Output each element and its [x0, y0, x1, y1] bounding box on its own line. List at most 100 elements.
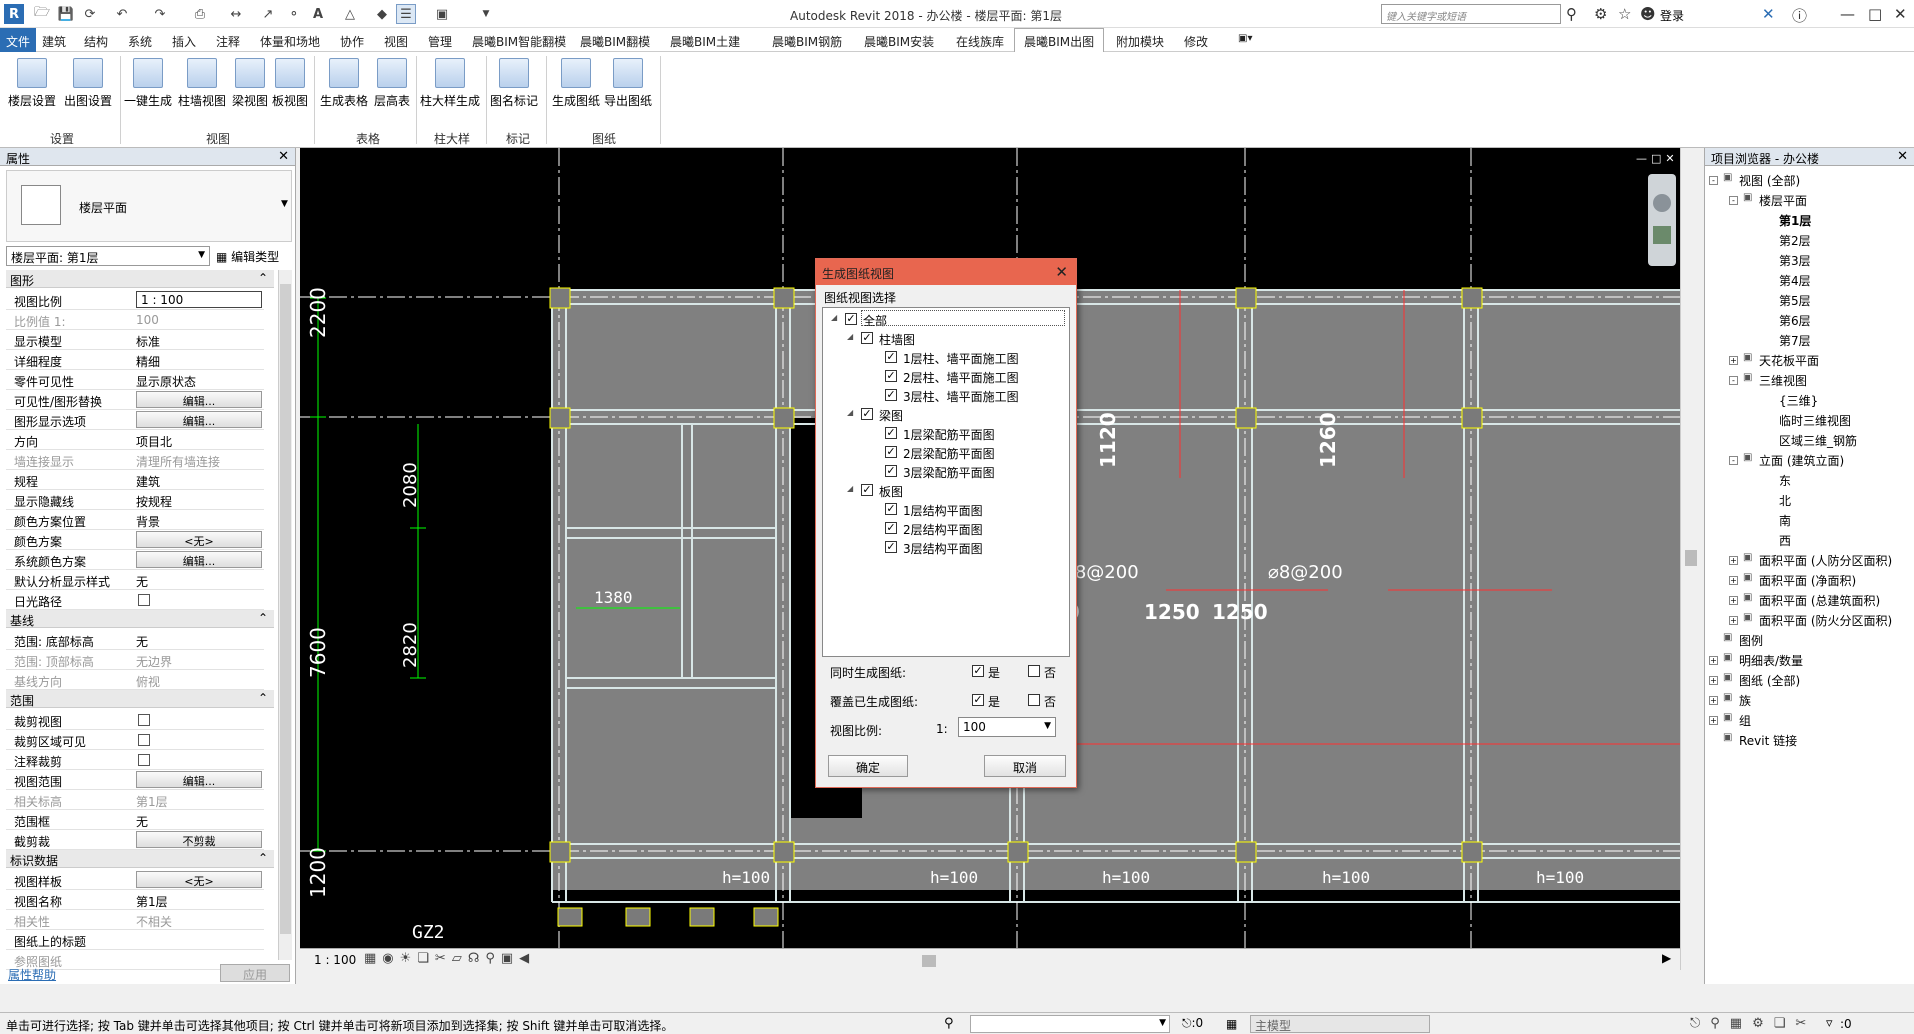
zoom-icon[interactable] — [1653, 226, 1671, 244]
property-edit-button[interactable]: <无> — [136, 871, 262, 888]
scale-select[interactable]: 100 ▼ — [958, 717, 1056, 737]
ok-button[interactable]: 确定 — [828, 755, 908, 777]
switch-windows-icon[interactable]: ▣ — [432, 4, 452, 24]
property-checkbox[interactable] — [138, 754, 150, 766]
tree-toggle-icon[interactable]: + — [1729, 556, 1738, 565]
tree-item-label[interactable]: 2层柱、墙平面施工图 — [903, 369, 1019, 386]
tree-item-checkbox[interactable]: ✓ — [885, 446, 897, 458]
expand-toggle-icon[interactable]: ◢ — [831, 313, 837, 322]
tree-toggle-icon[interactable]: + — [1729, 576, 1738, 585]
align-dimension-icon[interactable]: ↗ — [258, 4, 278, 24]
browser-node[interactable]: 面积平面 (总建筑面积) — [1759, 592, 1880, 609]
column-detail-button[interactable]: 柱大样生成 — [420, 58, 480, 109]
expand-toggle-icon[interactable]: ◢ — [847, 332, 853, 341]
property-value[interactable]: 1 : 100 — [136, 291, 262, 308]
tree-toggle-icon[interactable]: - — [1729, 196, 1738, 205]
property-value[interactable]: 第1层 — [136, 893, 168, 910]
text-icon[interactable]: A — [308, 4, 328, 24]
properties-scrollbar[interactable] — [278, 270, 292, 960]
collapse-icon[interactable]: ⌃ — [258, 271, 268, 285]
tab-family-library[interactable]: 在线族库 — [956, 33, 1004, 50]
section-icon[interactable]: ◆ — [372, 4, 392, 24]
close-icon[interactable]: ✕ — [1897, 149, 1908, 164]
property-value[interactable]: 第1层 — [136, 793, 168, 810]
close-icon[interactable]: ✕ — [1894, 5, 1907, 23]
maximize-icon[interactable]: □ — [1868, 5, 1882, 23]
measure-icon[interactable]: ↔ — [226, 4, 246, 24]
design-option-selector[interactable]: 主模型 — [1250, 1015, 1430, 1033]
floor-settings-button[interactable]: 楼层设置 — [8, 58, 56, 109]
tree-item-label[interactable]: 1层梁配筋平面图 — [903, 426, 995, 443]
tree-toggle-icon[interactable]: + — [1729, 596, 1738, 605]
tree-item-checkbox[interactable]: ✓ — [885, 522, 897, 534]
favorites-icon[interactable]: ☆ — [1618, 5, 1631, 23]
browser-node[interactable]: 视图 (全部) — [1739, 172, 1800, 189]
property-checkbox[interactable] — [138, 594, 150, 606]
3d-view-icon[interactable]: △ — [340, 4, 360, 24]
apply-button[interactable]: 应用 — [220, 964, 290, 982]
tab-architecture[interactable]: 建筑 — [42, 33, 66, 50]
tree-group-checkbox[interactable]: ✓ — [861, 484, 873, 496]
tab-massing[interactable]: 体量和场地 — [260, 33, 320, 50]
tree-item-label[interactable]: 3层结构平面图 — [903, 540, 983, 557]
redo-icon[interactable]: ↷ — [150, 4, 170, 24]
steering-wheel-icon[interactable] — [1653, 194, 1671, 212]
beam-view-button[interactable]: 梁视图 — [232, 58, 268, 109]
tree-item-label[interactable]: 2层梁配筋平面图 — [903, 445, 995, 462]
section-identity[interactable]: 标识数据 ⌃ — [6, 850, 274, 868]
view-control-icons[interactable]: ▦◉☀❏✂▱☊⚲▣◀ — [364, 951, 535, 966]
tree-item-checkbox[interactable]: ✓ — [885, 465, 897, 477]
cancel-button[interactable]: 取消 — [984, 755, 1066, 777]
browser-node[interactable]: 立面 (建筑立面) — [1759, 452, 1844, 469]
property-value[interactable]: 项目北 — [136, 433, 172, 450]
property-edit-button[interactable]: 编辑... — [136, 391, 262, 408]
export-sheets-button[interactable]: 导出图纸 — [604, 58, 652, 109]
tab-install[interactable]: 晨曦BIM安装 — [864, 33, 934, 50]
browser-node[interactable]: 第7层 — [1779, 332, 1811, 349]
tree-toggle-icon[interactable]: - — [1709, 176, 1718, 185]
open-icon[interactable]: 🗁 — [32, 4, 52, 24]
view-window-controls[interactable]: —□✕ — [1636, 152, 1679, 165]
browser-node[interactable]: 楼层平面 — [1759, 192, 1807, 209]
section-underlay[interactable]: 基线 ⌃ — [6, 610, 274, 628]
tree-group-label[interactable]: 梁图 — [879, 407, 903, 424]
sync-icon[interactable]: ⟳ — [80, 4, 100, 24]
view-scale[interactable]: 1 : 100 — [314, 953, 356, 967]
tree-item-label[interactable]: 1层结构平面图 — [903, 502, 983, 519]
qat-dropdown-icon[interactable]: ▼ — [476, 4, 496, 24]
expand-toggle-icon[interactable]: ◢ — [847, 408, 853, 417]
property-edit-button[interactable]: 编辑... — [136, 411, 262, 428]
tree-toggle-icon[interactable]: + — [1709, 716, 1718, 725]
property-value[interactable]: 清理所有墙连接 — [136, 453, 220, 470]
binoculars-icon[interactable]: ⚲ — [1566, 5, 1577, 23]
browser-node[interactable]: 面积平面 (净面积) — [1759, 572, 1856, 589]
navigation-bar[interactable] — [1648, 174, 1676, 266]
property-value[interactable]: 不相关 — [136, 913, 172, 930]
search-input[interactable]: 键入关键字或短语 — [1381, 4, 1561, 24]
tree-item-label[interactable]: 1层柱、墙平面施工图 — [903, 350, 1019, 367]
close-icon[interactable]: ✕ — [278, 149, 289, 164]
save-icon[interactable]: 💾 — [56, 4, 76, 24]
tree-group-checkbox[interactable]: ✓ — [861, 332, 873, 344]
type-selector[interactable]: 楼层平面 ▼ — [6, 170, 292, 242]
property-checkbox[interactable] — [138, 714, 150, 726]
browser-node[interactable]: 第4层 — [1779, 272, 1811, 289]
browser-node[interactable]: 组 — [1739, 712, 1751, 729]
tree-item-checkbox[interactable]: ✓ — [885, 427, 897, 439]
property-value[interactable]: 无边界 — [136, 653, 172, 670]
browser-node[interactable]: Revit 链接 — [1739, 732, 1797, 749]
horizontal-scroll-thumb[interactable] — [922, 955, 936, 967]
close-icon[interactable]: ✕ — [1055, 263, 1068, 281]
workset-icon[interactable]: ⚲ — [944, 1016, 954, 1031]
view-instance-selector[interactable]: 楼层平面: 第1层 ▼ — [6, 246, 210, 266]
tab-smart-modeling[interactable]: 晨曦BIM智能翻模 — [472, 33, 566, 50]
generate-sheets-yes-checkbox[interactable]: ✓ — [972, 665, 984, 677]
app-menu-button[interactable]: R — [4, 4, 24, 24]
edit-type-button[interactable]: ▦ 编辑类型 — [216, 246, 292, 266]
collapse-icon[interactable]: ⌃ — [258, 851, 268, 865]
ribbon-options-icon[interactable]: ▣▾ — [1238, 33, 1252, 44]
property-value[interactable]: 建筑 — [136, 473, 160, 490]
tree-item-label[interactable]: 2层结构平面图 — [903, 521, 983, 538]
floor-height-table-button[interactable]: 层高表 — [374, 58, 410, 109]
browser-node[interactable]: 第5层 — [1779, 292, 1811, 309]
